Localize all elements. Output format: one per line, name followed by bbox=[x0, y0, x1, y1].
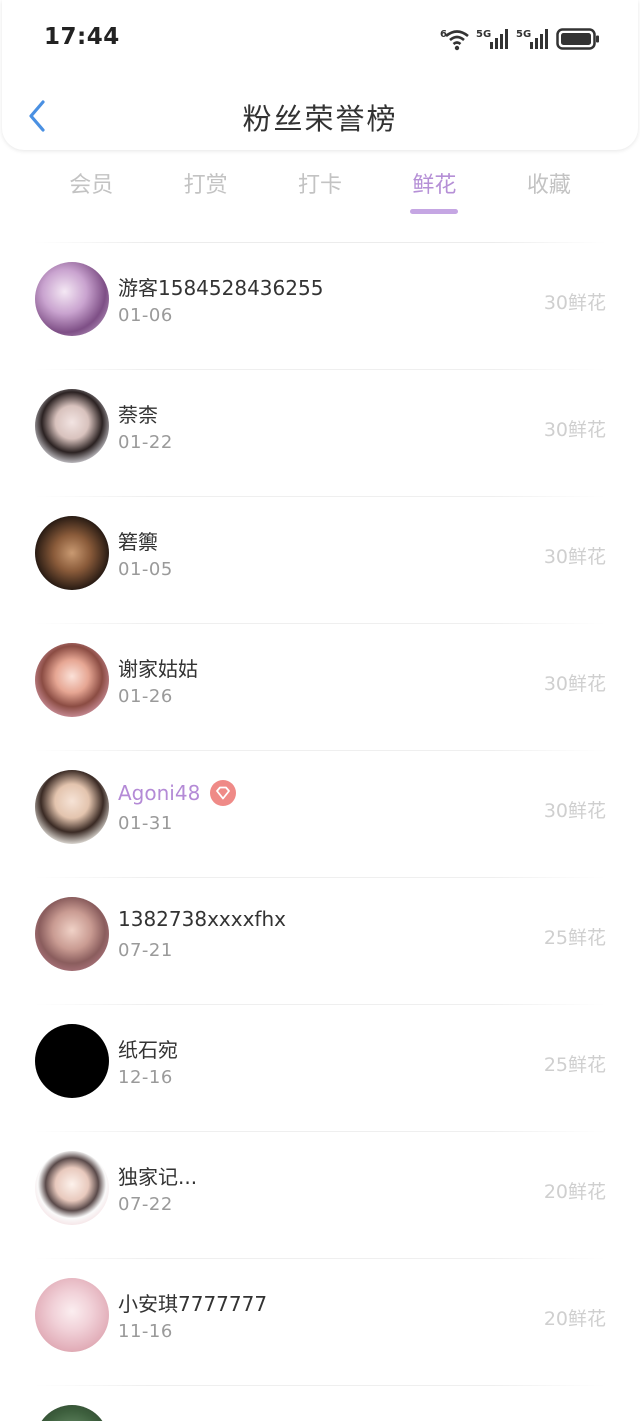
status-icons: 6 5G 5G bbox=[440, 24, 600, 54]
list-item[interactable]: 游客1584528436255 01-06 30鲜花 bbox=[0, 243, 640, 370]
avatar[interactable] bbox=[35, 262, 109, 336]
fan-name-text: 独家记... bbox=[118, 1165, 198, 1189]
flower-count: 30鲜花 bbox=[543, 800, 606, 822]
signal-icon-2: 5G bbox=[516, 29, 548, 49]
flower-count: 25鲜花 bbox=[543, 1054, 606, 1076]
fan-name-text: 游客1584528436255 bbox=[118, 276, 324, 300]
fan-date: 01-26 bbox=[118, 686, 173, 707]
fan-name: 萘柰 bbox=[118, 399, 158, 428]
tab-tip[interactable]: 打赏 bbox=[148, 168, 262, 218]
list-item-partial[interactable] bbox=[0, 1386, 640, 1421]
avatar[interactable] bbox=[35, 770, 109, 844]
diamond-badge-icon bbox=[210, 780, 237, 806]
fan-name-text: 萘柰 bbox=[118, 403, 158, 427]
avatar[interactable] bbox=[35, 1405, 109, 1421]
status-time: 17:44 bbox=[44, 24, 120, 50]
fan-date: 07-21 bbox=[118, 940, 173, 961]
flower-count: 30鲜花 bbox=[543, 419, 606, 441]
avatar[interactable] bbox=[35, 1151, 109, 1225]
svg-text:5G: 5G bbox=[476, 29, 491, 40]
flower-count: 30鲜花 bbox=[543, 673, 606, 695]
tab-flowers[interactable]: 鲜花 bbox=[377, 168, 491, 218]
fan-name-text: 小安琪7777777 bbox=[118, 1292, 268, 1316]
fan-date: 11-16 bbox=[118, 1321, 173, 1342]
list-item[interactable]: 1382738xxxxfhx 07-21 25鲜花 bbox=[0, 878, 640, 1005]
fan-date: 01-31 bbox=[118, 813, 173, 834]
flower-count: 30鲜花 bbox=[543, 292, 606, 314]
fan-name: 游客1584528436255 bbox=[118, 272, 323, 301]
fan-date: 01-22 bbox=[118, 432, 173, 453]
fan-name: 小安琪7777777 bbox=[118, 1288, 267, 1317]
page-title: 粉丝荣誉榜 bbox=[242, 102, 398, 136]
fan-name: Agoni48 bbox=[118, 780, 237, 806]
list-item[interactable]: Agoni48 01-31 30鲜花 bbox=[0, 751, 640, 878]
avatar[interactable] bbox=[35, 516, 109, 590]
list-item[interactable]: 谢家姑姑 01-26 30鲜花 bbox=[0, 624, 640, 751]
avatar[interactable] bbox=[35, 1024, 109, 1098]
flower-count: 20鲜花 bbox=[543, 1181, 606, 1203]
battery-icon bbox=[556, 28, 599, 50]
flower-count: 30鲜花 bbox=[543, 546, 606, 568]
fan-name: 箬籞 bbox=[118, 526, 158, 555]
list-item[interactable]: 纸石宛 12-16 25鲜花 bbox=[0, 1005, 640, 1132]
fan-name: 独家记... bbox=[118, 1161, 197, 1190]
svg-text:5G: 5G bbox=[516, 29, 531, 40]
fan-name: 谢家姑姑 bbox=[118, 653, 198, 682]
fan-name-text: 谢家姑姑 bbox=[118, 657, 198, 681]
fan-name: 1382738xxxxfhx bbox=[118, 907, 286, 931]
avatar[interactable] bbox=[35, 643, 109, 717]
tab-favorites[interactable]: 收藏 bbox=[492, 168, 606, 218]
fan-name-text: Agoni48 bbox=[118, 781, 201, 805]
fan-date: 07-22 bbox=[118, 1194, 173, 1215]
tab-member[interactable]: 会员 bbox=[34, 168, 148, 218]
fan-name: 纸石宛 bbox=[118, 1034, 178, 1063]
wifi-icon: 6 bbox=[440, 29, 469, 51]
avatar[interactable] bbox=[35, 897, 109, 971]
list-item[interactable]: 箬籞 01-05 30鲜花 bbox=[0, 497, 640, 624]
fan-list: 游客1584528436255 01-06 30鲜花 萘柰 01-22 30鲜花… bbox=[0, 242, 640, 1421]
fan-name-text: 纸石宛 bbox=[118, 1038, 178, 1062]
tab-bar: 会员 打赏 打卡 鲜花 收藏 bbox=[34, 168, 606, 220]
tab-checkin[interactable]: 打卡 bbox=[263, 168, 377, 218]
list-item[interactable]: 小安琪7777777 11-16 20鲜花 bbox=[0, 1259, 640, 1386]
flower-count: 20鲜花 bbox=[543, 1308, 606, 1330]
fan-name-text: 箬籞 bbox=[118, 530, 158, 554]
signal-icon: 5G bbox=[476, 29, 508, 49]
fan-date: 01-06 bbox=[118, 305, 173, 326]
fan-date: 01-05 bbox=[118, 559, 173, 580]
fan-name-text: 1382738xxxxfhx bbox=[118, 907, 286, 931]
fan-date: 12-16 bbox=[118, 1067, 173, 1088]
list-item[interactable]: 独家记... 07-22 20鲜花 bbox=[0, 1132, 640, 1259]
avatar[interactable] bbox=[35, 389, 109, 463]
avatar[interactable] bbox=[35, 1278, 109, 1352]
flower-count: 25鲜花 bbox=[543, 927, 606, 949]
list-item[interactable]: 萘柰 01-22 30鲜花 bbox=[0, 370, 640, 497]
top-bar: 17:44 6 5G 5G 粉丝荣誉榜 bbox=[2, 0, 638, 150]
